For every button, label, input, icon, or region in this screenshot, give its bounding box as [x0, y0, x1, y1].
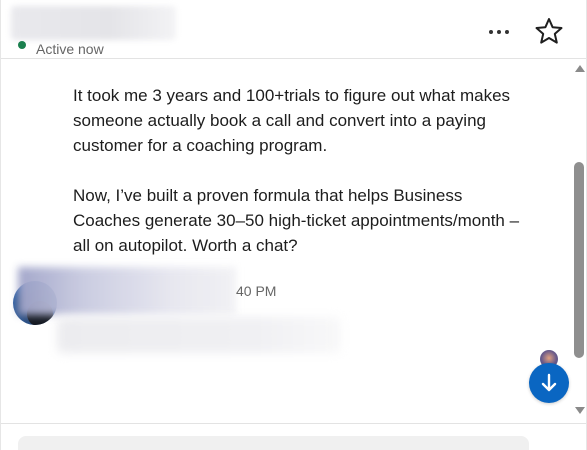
- scroll-thumb[interactable]: [574, 162, 584, 358]
- message-timestamp: 40 PM: [236, 283, 277, 299]
- messaging-window: Active now It took me 3 years and 100+tr…: [0, 0, 587, 450]
- scroll-down-arrow-icon[interactable]: [575, 407, 585, 414]
- status-text: Active now: [36, 41, 104, 57]
- message-list: It took me 3 years and 100+trials to fig…: [1, 59, 572, 419]
- online-status-dot: [18, 41, 26, 49]
- contact-name-redacted: [11, 6, 176, 40]
- more-options-icon[interactable]: [483, 18, 515, 46]
- conversation-header: Active now: [1, 0, 586, 59]
- star-icon[interactable]: [533, 16, 565, 46]
- message-body: It took me 3 years and 100+trials to fig…: [73, 83, 533, 258]
- reply-message-redacted: [57, 317, 341, 353]
- message-paragraph: It took me 3 years and 100+trials to fig…: [73, 86, 511, 155]
- message-input[interactable]: [18, 436, 529, 450]
- message-paragraph: Now, I’ve built a proven formula that he…: [73, 186, 520, 255]
- presence-status: Active now: [18, 37, 104, 57]
- arrow-down-icon: [541, 373, 557, 392]
- jump-to-latest-button[interactable]: [529, 363, 569, 403]
- conversation-scrollbar[interactable]: [572, 59, 586, 419]
- composer-divider: [1, 423, 586, 424]
- scroll-up-arrow-icon[interactable]: [575, 65, 585, 72]
- sender-name-redacted: [18, 267, 236, 315]
